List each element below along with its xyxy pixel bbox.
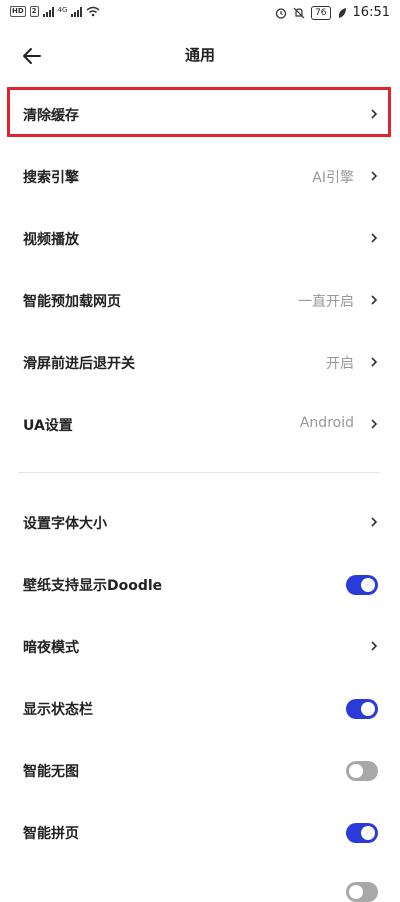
chevron-right-icon [371, 233, 378, 243]
chevron-right-icon [371, 171, 378, 181]
setting-label: 智能拼页 [23, 826, 79, 842]
setting-label: 显示状态栏 [23, 702, 93, 718]
leaf-icon [338, 7, 346, 18]
toggle-switch[interactable] [346, 823, 378, 843]
setting-value: 一直开启 [298, 294, 354, 310]
setting-label: 智能预加载网页 [23, 294, 121, 310]
setting-label: 智能无图 [23, 764, 79, 780]
toggle-knob [349, 885, 363, 899]
setting-value: AI引擎 [312, 170, 354, 186]
setting-label: UA设置 [23, 418, 73, 434]
toggle-switch[interactable] [346, 699, 378, 719]
alarm-icon [275, 7, 287, 19]
section-divider [18, 472, 380, 473]
setting-font-size[interactable]: 设置字体大小 [0, 492, 400, 554]
setting-label: 视频播放 [23, 232, 79, 248]
setting-swipe-navigation[interactable]: 滑屏前进后退开关 开启 [0, 332, 400, 394]
chevron-right-icon [371, 109, 378, 119]
toggle-knob [361, 826, 375, 840]
setting-label: 设置字体大小 [23, 516, 107, 532]
mute-icon [293, 7, 305, 18]
hd-badge-icon: HD [10, 6, 26, 17]
status-bar: HD 2 4G 76 16:51 [0, 0, 400, 28]
chevron-right-icon [371, 357, 378, 367]
status-left: HD 2 4G [10, 6, 100, 17]
setting-clear-cache[interactable]: 清除缓存 [0, 84, 400, 146]
setting-label: 滑屏前进后退开关 [23, 356, 135, 372]
clock: 16:51 [352, 5, 390, 20]
page-title: 通用 [184, 46, 215, 64]
setting-smart-page-merge: 智能拼页 [0, 802, 400, 864]
setting-value: Android [299, 415, 354, 431]
chevron-right-icon [371, 517, 378, 527]
setting-video-playback[interactable]: 视频播放 [0, 208, 400, 270]
chevron-right-icon [371, 419, 378, 429]
toggle-knob [361, 702, 375, 716]
header: 通用 [0, 28, 400, 84]
setting-label: 搜索引擎 [23, 170, 79, 186]
chevron-right-icon [371, 295, 378, 305]
setting-value: 开启 [326, 356, 354, 372]
toggle-knob [349, 764, 363, 778]
setting-label: 暗夜模式 [23, 640, 79, 656]
chevron-right-icon [371, 641, 378, 651]
setting-smart-no-image: 智能无图 [0, 740, 400, 802]
signal-icon [42, 6, 54, 17]
signal-icon-2 [71, 6, 83, 17]
setting-smart-preload[interactable]: 智能预加载网页 一直开启 [0, 270, 400, 332]
wifi-icon [86, 6, 100, 17]
sim-icon: 2 [29, 6, 39, 17]
network-type: 4G [57, 6, 68, 14]
setting-show-status-bar: 显示状态栏 [0, 678, 400, 740]
setting-ua[interactable]: UA设置 Android [0, 394, 400, 456]
toggle-switch[interactable] [346, 575, 378, 595]
setting-search-engine[interactable]: 搜索引擎 AI引擎 [0, 146, 400, 208]
setting-dark-mode[interactable]: 暗夜模式 [0, 616, 400, 678]
setting-label: 壁纸支持显示Doodle [23, 578, 163, 594]
toggle-switch[interactable] [346, 761, 378, 781]
setting-label: 清除缓存 [23, 108, 79, 124]
toggle-switch-partial[interactable] [346, 882, 378, 902]
setting-wallpaper-doodle: 壁纸支持显示Doodle [0, 554, 400, 616]
toggle-knob [361, 578, 375, 592]
battery-icon: 76 [311, 5, 331, 20]
status-right: 76 16:51 [275, 5, 390, 20]
